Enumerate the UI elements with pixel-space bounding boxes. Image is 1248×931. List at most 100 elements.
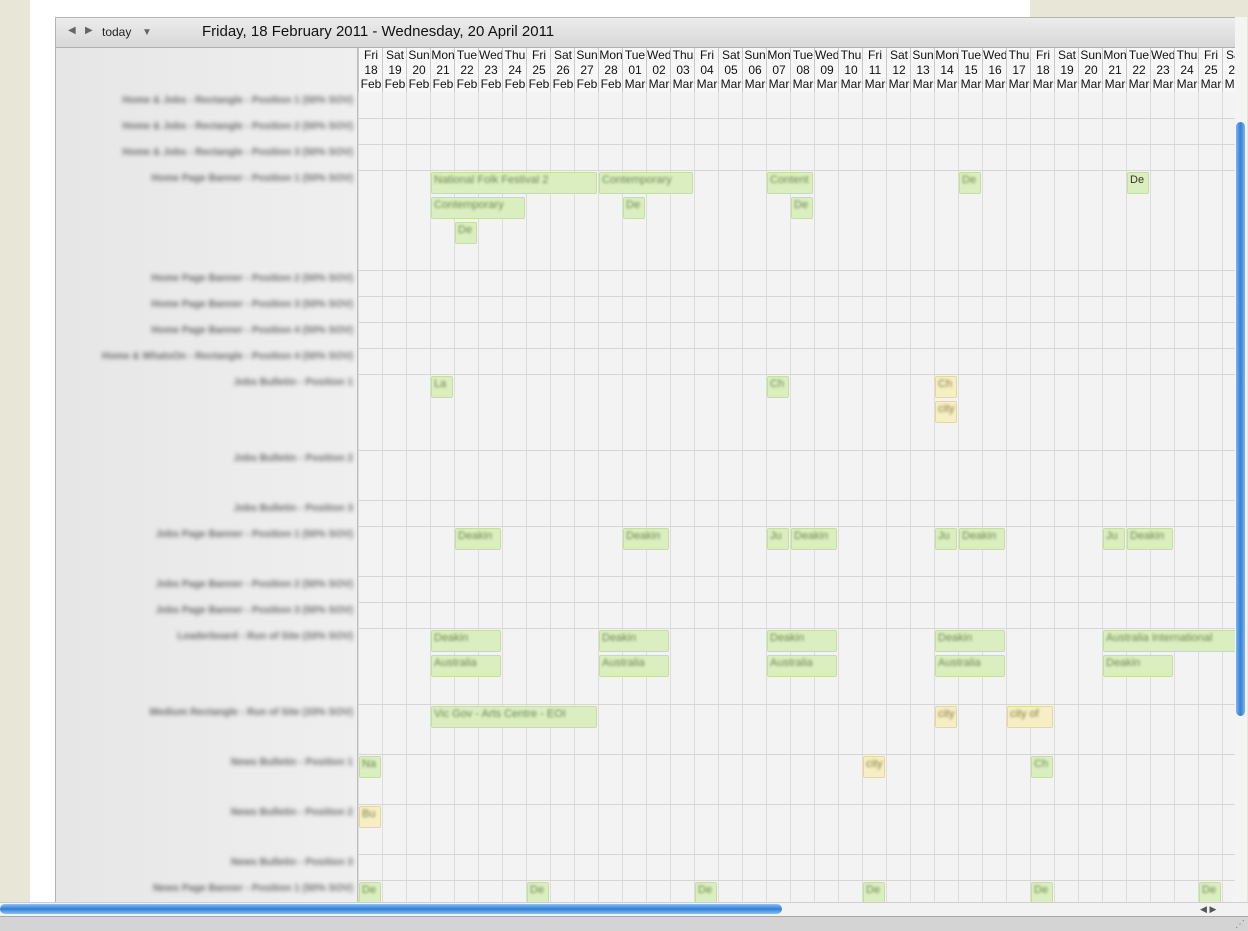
today-button[interactable]: today bbox=[102, 25, 131, 39]
booking-event[interactable]: Vic Gov - Arts Centre - EOI bbox=[431, 706, 597, 728]
day-header: Thu 24 Feb bbox=[502, 48, 527, 92]
booking-event[interactable]: Ch bbox=[935, 376, 957, 398]
booking-event-title: De bbox=[866, 884, 881, 896]
booking-event-title: De bbox=[530, 884, 545, 896]
day-header-mon: Feb bbox=[552, 77, 574, 91]
day-header: Sat 19 Mar bbox=[1054, 48, 1079, 92]
booking-event[interactable]: National Folk Festival 2 bbox=[431, 172, 597, 194]
booking-event[interactable]: De bbox=[623, 197, 645, 219]
booking-event[interactable]: De bbox=[863, 882, 885, 904]
day-header-dow: Wed bbox=[1151, 48, 1176, 62]
scroll-left-icon[interactable]: ◀ bbox=[1200, 904, 1207, 914]
booking-event[interactable]: Bu bbox=[359, 806, 381, 828]
booking-event-title: Ju bbox=[938, 530, 950, 542]
booking-event-title: Vic Gov - Arts Centre - EOI bbox=[434, 708, 566, 720]
booking-event[interactable]: De bbox=[1199, 882, 1221, 904]
booking-event[interactable]: city of bbox=[1007, 706, 1053, 728]
grid-column-line bbox=[1198, 92, 1199, 906]
booking-event[interactable]: city bbox=[935, 706, 957, 728]
day-header-dow: Wed bbox=[815, 48, 840, 62]
day-header-mon: Mar bbox=[672, 77, 694, 91]
day-header-mon: Mar bbox=[1200, 77, 1222, 91]
booking-event[interactable]: Deakin bbox=[431, 630, 501, 652]
booking-event[interactable]: De bbox=[791, 197, 813, 219]
booking-event[interactable]: Australia bbox=[767, 655, 837, 677]
day-header-num: 17 bbox=[1012, 62, 1026, 77]
day-header-mon: Feb bbox=[432, 77, 454, 91]
day-header-num: 09 bbox=[820, 62, 834, 77]
horizontal-scrollbar-thumb[interactable] bbox=[0, 904, 782, 914]
grid-column-line bbox=[1174, 92, 1175, 906]
day-header: Tue 15 Mar bbox=[958, 48, 983, 92]
booking-event-title: De bbox=[1034, 884, 1049, 896]
resource-row-label: News Bulletin - Position 2 bbox=[230, 807, 353, 818]
scroll-right-icon[interactable]: ▶ bbox=[1209, 904, 1216, 914]
day-header-dow: Mon bbox=[767, 48, 791, 62]
chevron-right-icon[interactable]: ▶ bbox=[85, 25, 93, 36]
grid-column-line bbox=[358, 92, 359, 906]
day-header-dow: Tue bbox=[960, 48, 982, 62]
booking-event[interactable]: Ch bbox=[767, 376, 789, 398]
resource-row-label: Medium Rectangle - Run of Site (33% SOV) bbox=[149, 707, 353, 718]
booking-event[interactable]: Deakin bbox=[959, 528, 1005, 550]
day-header-num: 27 bbox=[580, 62, 594, 77]
booking-event[interactable]: De bbox=[359, 882, 381, 904]
booking-event[interactable]: Deakin bbox=[767, 630, 837, 652]
booking-event[interactable]: Ju bbox=[767, 528, 789, 550]
resource-row-label: News Page Banner - Position 1 (50% SOV) bbox=[152, 883, 353, 894]
booking-event[interactable]: Contemporary bbox=[599, 172, 693, 194]
booking-event-title: Na bbox=[362, 758, 377, 770]
day-header-num: 18 bbox=[1036, 62, 1050, 77]
day-header-mon: Feb bbox=[528, 77, 550, 91]
booking-event[interactable]: Australia bbox=[935, 655, 1005, 677]
booking-event[interactable]: Deakin bbox=[1103, 655, 1173, 677]
resource-label-column: Home & Jobs - Rectangle - Position 1 (50… bbox=[56, 48, 358, 906]
booking-event[interactable]: city bbox=[935, 401, 957, 423]
booking-event[interactable]: De bbox=[959, 172, 981, 194]
day-header: Tue 01 Mar bbox=[622, 48, 647, 92]
booking-event[interactable]: De bbox=[1031, 882, 1053, 904]
booking-event[interactable]: Ju bbox=[935, 528, 957, 550]
booking-event[interactable]: city bbox=[863, 756, 885, 778]
booking-event-title: Deakin bbox=[458, 530, 493, 542]
day-header-dow: Sun bbox=[408, 48, 430, 62]
booking-event[interactable]: Deakin bbox=[623, 528, 669, 550]
resource-row-label: Home Page Banner - Position 2 (50% SOV) bbox=[151, 273, 353, 284]
booking-event[interactable]: Australia International bbox=[1103, 630, 1236, 652]
chevron-down-icon[interactable]: ▼ bbox=[142, 27, 152, 38]
booking-event[interactable]: De bbox=[527, 882, 549, 904]
booking-event[interactable]: Deakin bbox=[935, 630, 1005, 652]
resource-row-label: Jobs Page Banner - Position 3 (50% SOV) bbox=[155, 605, 353, 616]
grid-column-line bbox=[766, 92, 767, 906]
booking-event[interactable]: Australia bbox=[431, 655, 501, 677]
booking-event[interactable]: Ch bbox=[1031, 756, 1053, 778]
day-header-num: 15 bbox=[964, 62, 978, 77]
booking-event[interactable]: Content bbox=[767, 172, 813, 194]
booking-event[interactable]: Na bbox=[359, 756, 381, 778]
day-header-num: 22 bbox=[460, 62, 474, 77]
booking-event[interactable]: De bbox=[455, 222, 477, 244]
day-header-dow: Wed bbox=[647, 48, 672, 62]
booking-event[interactable]: De bbox=[695, 882, 717, 904]
day-header-dow: Sat bbox=[721, 48, 740, 62]
booking-event[interactable]: De bbox=[1127, 172, 1149, 194]
booking-event[interactable]: La bbox=[431, 376, 453, 398]
grid-column-line bbox=[742, 92, 743, 906]
booking-event[interactable]: Deakin bbox=[455, 528, 501, 550]
day-header-dow: Thu bbox=[1176, 48, 1198, 62]
day-header-mon: Mar bbox=[744, 77, 766, 91]
booking-event[interactable]: Deakin bbox=[1127, 528, 1173, 550]
booking-event-title: Australia bbox=[938, 657, 981, 669]
day-header-dow: Thu bbox=[672, 48, 694, 62]
booking-event[interactable]: Ju bbox=[1103, 528, 1125, 550]
booking-event[interactable]: Deakin bbox=[599, 630, 669, 652]
day-header-dow: Sun bbox=[1080, 48, 1102, 62]
booking-event[interactable]: Deakin bbox=[791, 528, 837, 550]
resize-grip-icon[interactable]: ⋰ bbox=[1235, 919, 1245, 930]
vertical-scrollbar-thumb[interactable] bbox=[1236, 122, 1245, 716]
resource-row-label: Home & Jobs - Rectangle - Position 2 (50… bbox=[122, 121, 353, 132]
booking-event-title: Deakin bbox=[938, 632, 973, 644]
booking-event[interactable]: Australia bbox=[599, 655, 669, 677]
chevron-left-icon[interactable]: ◀ bbox=[68, 25, 76, 36]
booking-event[interactable]: Contemporary bbox=[431, 197, 525, 219]
